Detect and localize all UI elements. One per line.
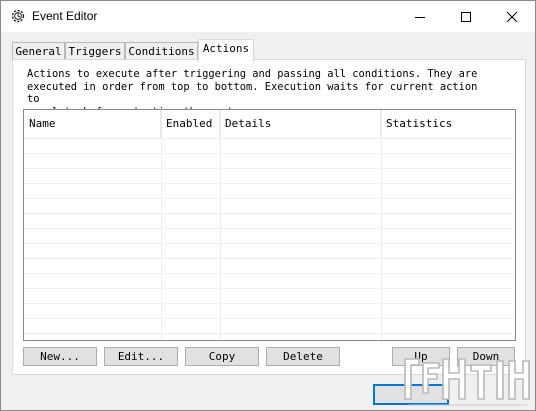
row-gridline [24,153,515,154]
tab-actions[interactable]: Actions [198,39,254,62]
row-gridline [24,273,515,274]
close-icon [507,11,517,22]
description-line: executed in order from top to bottom. Ex… [27,80,478,106]
column-header-enabled[interactable]: Enabled [161,110,220,138]
row-gridline [24,168,515,169]
maximize-button[interactable] [443,1,489,32]
row-gridline [24,183,515,184]
copy-button[interactable]: Copy [185,347,259,366]
window-title: Event Editor [32,9,98,23]
maximize-icon [461,11,471,22]
list-header: Name Enabled Details Statistics [24,110,515,138]
row-gridline [24,243,515,244]
row-gridline [24,258,515,259]
row-gridline [24,213,515,214]
column-divider [161,110,162,340]
minimize-button[interactable] [397,1,443,32]
actions-list[interactable]: Name Enabled Details Statistics [23,109,516,341]
edit-button[interactable]: Edit... [104,347,178,366]
title-bar[interactable]: Event Editor [1,1,535,32]
close-button[interactable] [489,1,535,32]
row-gridline [24,318,515,319]
column-header-statistics[interactable]: Statistics [381,110,515,138]
delete-button[interactable]: Delete [266,347,340,366]
row-gridline [24,303,515,304]
row-gridline [24,138,515,139]
row-gridline [24,198,515,199]
watermark-logo [399,353,536,411]
minimize-icon [415,16,425,18]
row-gridline [24,228,515,229]
new-button[interactable]: New... [23,347,97,366]
column-divider [220,110,221,340]
column-header-details[interactable]: Details [220,110,381,138]
actions-tab-panel: Actions to execute after triggering and … [12,59,526,375]
row-gridline [24,333,515,334]
gear-icon [10,8,26,24]
description-line: Actions to execute after triggering and … [27,68,478,80]
event-editor-window: Event Editor General Triggers Conditions… [0,0,536,411]
column-header-name[interactable]: Name [24,110,161,138]
row-gridline [24,288,515,289]
column-divider [381,110,382,340]
